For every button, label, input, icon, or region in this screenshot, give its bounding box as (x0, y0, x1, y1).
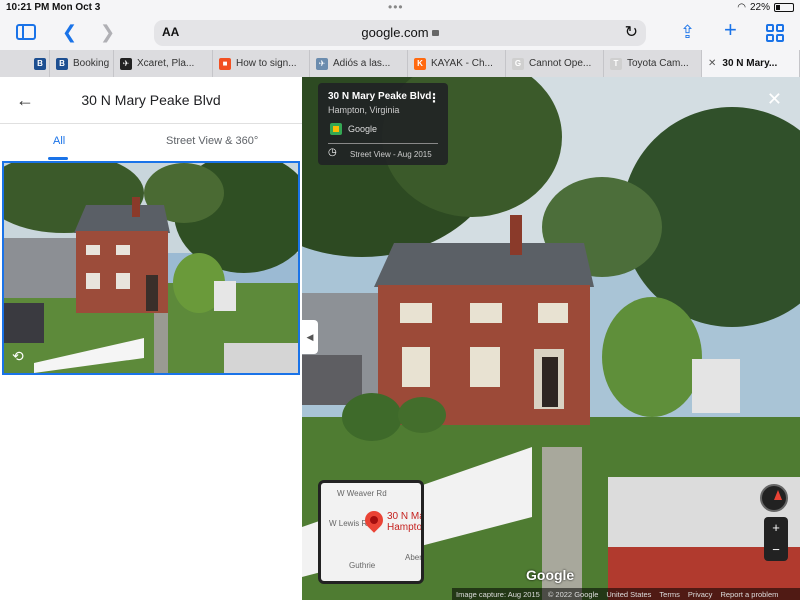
map-footer: Image capture: Aug 2015 © 2022 Google Un… (452, 588, 800, 600)
photo-tabs: All Street View & 360° (0, 125, 302, 161)
browser-tab[interactable]: T Toyota Cam... (604, 50, 702, 77)
road-label: Guthrie (349, 561, 376, 570)
share-icon[interactable]: ⇪ (680, 22, 695, 42)
close-tab-icon[interactable]: ✕ (708, 58, 716, 69)
tab-all[interactable]: All (53, 135, 65, 147)
forward-button[interactable]: ❯ (100, 22, 115, 42)
tab-label: KAYAK - Ch... (431, 58, 493, 69)
browser-tab[interactable]: ✈ Xcaret, Pla... (114, 50, 213, 77)
tab-label: Booking (73, 58, 110, 69)
tab-label: Adiós a las... (333, 58, 391, 69)
sv-capture-date[interactable]: Street View - Aug 2015 (350, 150, 432, 159)
sidebar-toggle-icon[interactable] (16, 24, 36, 40)
booking-favicon-icon: B (56, 57, 68, 70)
country-link[interactable]: United States (606, 590, 651, 599)
status-time: 10:21 PM (6, 2, 50, 13)
compass-icon[interactable] (760, 484, 788, 512)
map-place-label: 30 N Ma Hampton (387, 511, 424, 533)
tab-label: How to sign... (236, 58, 297, 69)
status-right: ◠ 22% (737, 2, 794, 13)
browser-tab-active[interactable]: ✕ 30 N Mary... (702, 50, 800, 77)
browser-tab[interactable]: K KAYAK - Ch... (408, 50, 506, 77)
tab-label: Cannot Ope... (529, 58, 592, 69)
xcaret-favicon-icon: ✈ (120, 57, 132, 70)
microsoft-favicon-icon: ■ (219, 57, 231, 70)
location-pin-icon (361, 507, 387, 533)
browser-tab[interactable]: ✈ Adiós a las... (310, 50, 408, 77)
sv-address: 30 N Mary Peake Blvd (328, 91, 432, 102)
street-view-viewer[interactable]: 30 N Mary Peake Blvd ⋮ Hampton, Virginia… (302, 77, 800, 600)
more-options-icon[interactable]: ⋮ (428, 91, 440, 105)
back-button[interactable]: ❮ (62, 22, 77, 42)
report-problem-link[interactable]: Report a problem (720, 590, 778, 599)
terms-link[interactable]: Terms (659, 590, 679, 599)
history-clock-icon[interactable]: ◷ (328, 147, 337, 158)
address-bar[interactable]: AA google.com ↻ (154, 20, 646, 46)
360-rotate-icon: ⟲ (12, 348, 24, 364)
active-tab-indicator (48, 157, 68, 160)
browser-tab[interactable]: B Booking (50, 50, 114, 77)
zoom-controls: + − (764, 517, 788, 561)
house-photo-thumbnail (4, 163, 298, 373)
status-bar: 10:21 PM Mon Oct 3 ••• ◠ 22% (0, 0, 800, 16)
image-capture-date: Image capture: Aug 2015 (456, 589, 540, 599)
tab-overview-icon[interactable] (766, 24, 784, 42)
collapse-panel-button[interactable]: ◀ (302, 320, 318, 354)
kayak-favicon-icon: K (414, 57, 426, 70)
tab-label: Xcaret, Pla... (137, 58, 195, 69)
lock-icon (431, 30, 439, 36)
tab-street-view[interactable]: Street View & 360° (166, 135, 258, 147)
mini-map[interactable]: W Weaver Rd W Lewis Rd Aberde Guthrie 30… (318, 480, 424, 584)
location-info-card: 30 N Mary Peake Blvd ⋮ Hampton, Virginia… (318, 83, 448, 165)
panel-title: 30 N Mary Peake Blvd (81, 92, 221, 108)
sv-source: Google (348, 124, 378, 134)
browser-tab[interactable]: G Cannot Ope... (506, 50, 604, 77)
generic-favicon-icon: G (512, 57, 524, 70)
road-label: Aberde (405, 553, 422, 562)
battery-icon (774, 3, 794, 12)
photos-panel: ← 30 N Mary Peake Blvd All Street View &… (0, 77, 302, 600)
airline-favicon-icon: ✈ (316, 57, 328, 70)
tab-strip: B B Booking ✈ Xcaret, Pla... ■ How to si… (0, 50, 800, 77)
browser-toolbar: ❮ ❯ AA google.com ↻ ⇪ + (0, 16, 800, 50)
wifi-icon: ◠ (737, 2, 746, 13)
booking-favicon-icon: B (34, 57, 46, 70)
zoom-in-button[interactable]: + (764, 517, 788, 539)
privacy-link[interactable]: Privacy (688, 590, 713, 599)
google-maps-icon (330, 123, 342, 135)
new-tab-icon[interactable]: + (724, 19, 737, 41)
close-street-view-icon[interactable]: ✕ (767, 89, 782, 110)
street-view-thumbnail[interactable]: ⟲ (2, 161, 300, 375)
browser-tab[interactable]: B (0, 50, 50, 77)
generic-favicon-icon: T (610, 57, 622, 70)
google-logo: Google (526, 567, 575, 583)
browser-tab[interactable]: ■ How to sign... (213, 50, 310, 77)
reload-icon[interactable]: ↻ (625, 22, 638, 42)
road-label: W Weaver Rd (337, 489, 387, 498)
tab-label: 30 N Mary... (722, 58, 778, 69)
url-text: google.com (154, 25, 646, 40)
tab-label: Toyota Cam... (627, 58, 689, 69)
status-date: Mon Oct 3 (52, 2, 101, 13)
zoom-out-button[interactable]: − (764, 539, 788, 561)
card-divider (328, 143, 438, 144)
sv-city: Hampton, Virginia (328, 105, 400, 115)
panel-header: ← 30 N Mary Peake Blvd (0, 77, 302, 124)
multitasking-dots-icon[interactable]: ••• (388, 0, 404, 14)
copyright: © 2022 Google (547, 589, 599, 599)
battery-percent: 22% (749, 2, 770, 13)
